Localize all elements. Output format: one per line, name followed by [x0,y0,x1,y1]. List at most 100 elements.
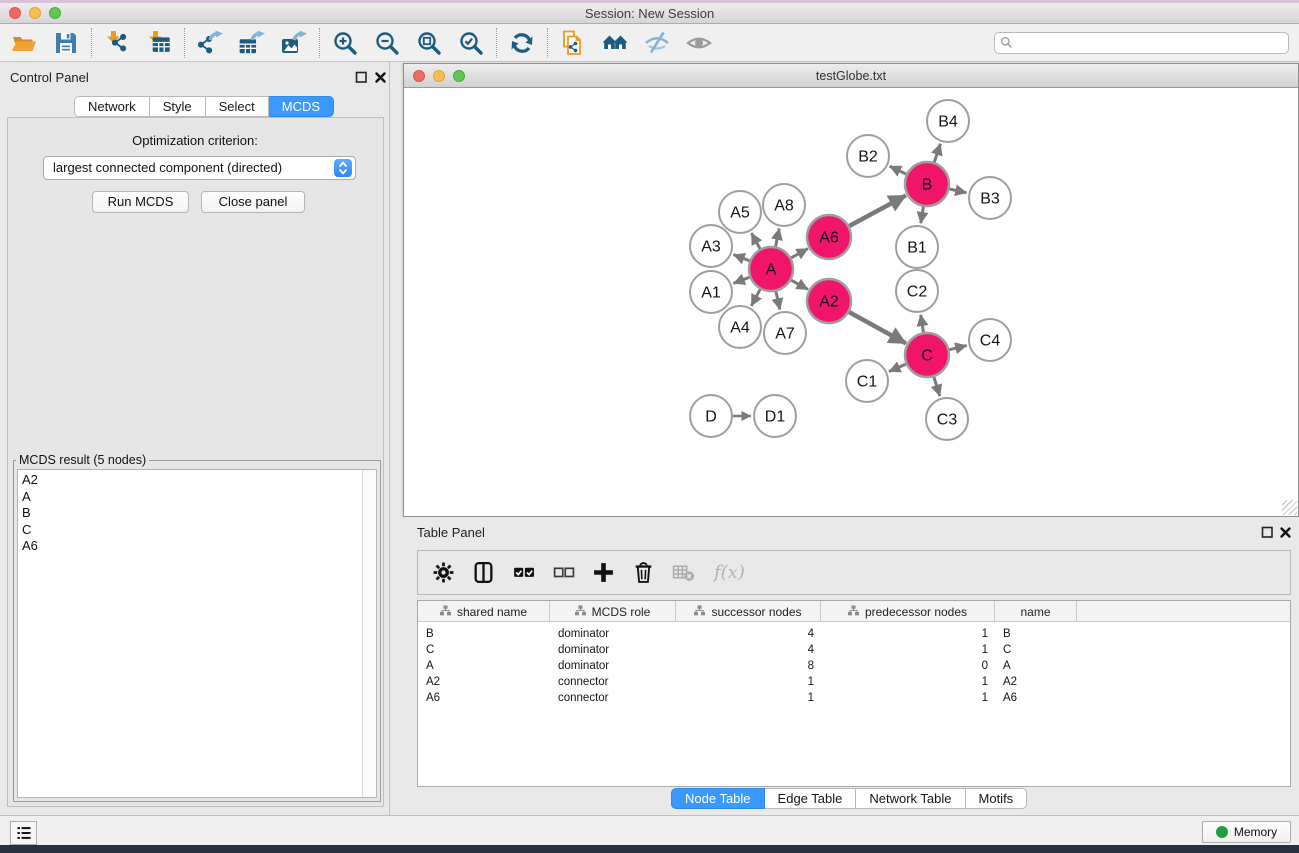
add-column-icon[interactable] [592,561,615,584]
graph-edge-B-B2[interactable] [890,166,907,174]
float-panel-icon[interactable] [355,71,368,84]
tab-motifs[interactable]: Motifs [966,788,1028,809]
graph-edge-A6-B[interactable] [848,195,906,226]
graph-node-B4[interactable]: B4 [927,100,969,142]
tab-mcds[interactable]: MCDS [269,96,334,117]
column-manager-icon[interactable] [472,561,495,584]
graph-edge-C-C1[interactable] [889,364,907,372]
node-table[interactable]: shared nameMCDS rolesuccessor nodesprede… [417,600,1291,787]
memory-button[interactable]: Memory [1202,821,1291,843]
column-header-predecessor-nodes[interactable]: predecessor nodes [821,601,995,622]
table-row[interactable]: Cdominator41C [418,642,1290,658]
network-canvas[interactable]: A A1 A2 A3 A4 A5 A6 A7 A8 B B1 B2 B3B4 C C1 C2 C3C4 D D1 [404,88,1298,516]
deselect-all-columns-icon[interactable] [552,561,575,584]
mcds-result-scrollbar[interactable] [362,470,376,797]
tab-network-table[interactable]: Network Table [856,788,965,809]
table-float-panel-icon[interactable] [1261,526,1274,539]
show-hidden-icon[interactable] [685,29,713,57]
mcds-result-item[interactable]: C [22,522,362,539]
graph-edge-C-C3[interactable] [934,376,940,396]
zoom-out-icon[interactable] [373,29,401,57]
export-image-icon[interactable] [280,29,308,57]
criterion-dropdown[interactable]: largest connected component (directed) [43,156,356,180]
table-row[interactable]: Bdominator41B [418,626,1290,642]
graph-node-A6[interactable]: A6 [807,215,851,259]
export-table-icon[interactable] [238,29,266,57]
home-view-icon[interactable] [601,29,629,57]
import-network-icon[interactable] [103,29,131,57]
import-table-icon[interactable] [145,29,173,57]
run-mcds-button[interactable]: Run MCDS [92,191,189,213]
graph-node-B1[interactable]: B1 [896,226,938,268]
graph-node-C3[interactable]: C3 [926,398,968,440]
graph-node-D[interactable]: D [690,395,732,437]
mcds-result-list[interactable]: A2ABCA6 [17,469,377,798]
table-row[interactable]: A6connector11A6 [418,690,1290,706]
settings-icon[interactable] [432,561,455,584]
graph-edge-A-A6[interactable] [790,249,808,259]
graph-edge-A-A4[interactable] [751,288,760,305]
column-header-shared-name[interactable]: shared name [418,601,550,622]
graph-edge-A-A3[interactable] [733,255,750,262]
close-panel-icon[interactable] [374,71,387,84]
tab-node-table[interactable]: Node Table [671,788,765,809]
zoom-fit-icon[interactable] [415,29,443,57]
column-header-successor-nodes[interactable]: successor nodes [676,601,821,622]
window-titlebar[interactable]: Session: New Session [0,3,1299,24]
select-all-columns-icon[interactable] [512,561,535,584]
graph-edge-A-A7[interactable] [776,290,780,309]
graph-node-A[interactable]: A [749,247,793,291]
delete-table-icon[interactable] [672,561,695,584]
graph-node-B3[interactable]: B3 [969,177,1011,219]
graph-node-A1[interactable]: A1 [690,271,732,313]
graph-node-A2[interactable]: A2 [807,279,851,323]
refresh-view-icon[interactable] [508,29,536,57]
graph-edge-C-C4[interactable] [948,346,966,350]
graph-edge-A-A1[interactable] [733,277,750,284]
search-input[interactable] [994,32,1289,54]
graph-edge-A2-C[interactable] [848,312,906,344]
mcds-result-item[interactable]: A2 [22,472,362,489]
graph-edge-A-A2[interactable] [790,280,808,290]
graph-node-B[interactable]: B [905,162,949,206]
task-history-button[interactable] [10,821,37,845]
graph-edge-A-A8[interactable] [775,229,779,248]
graph-node-C[interactable]: C [905,333,949,377]
network-documents-icon[interactable] [559,29,587,57]
zoom-selected-icon[interactable] [457,29,485,57]
table-close-panel-icon[interactable] [1279,526,1292,539]
table-row[interactable]: A2connector11A2 [418,674,1290,690]
export-network-icon[interactable] [196,29,224,57]
mcds-result-item[interactable]: B [22,505,362,522]
graph-node-B2[interactable]: B2 [847,135,889,177]
zoom-in-icon[interactable] [331,29,359,57]
network-window-titlebar[interactable]: testGlobe.txt [404,64,1298,88]
close-panel-button[interactable]: Close panel [201,191,305,213]
graph-node-C2[interactable]: C2 [896,270,938,312]
table-row[interactable]: Adominator80A [418,658,1290,674]
delete-column-icon[interactable] [632,561,655,584]
graph-edge-B-B1[interactable] [921,206,924,224]
graph-node-A4[interactable]: A4 [719,306,761,348]
hide-selected-icon[interactable] [643,29,671,57]
tab-edge-table[interactable]: Edge Table [765,788,857,809]
column-header-MCDS-role[interactable]: MCDS role [550,601,676,622]
column-header-name[interactable]: name [995,601,1077,622]
save-session-icon[interactable] [52,29,80,57]
graph-edge-A-A5[interactable] [751,233,760,250]
graph-node-C4[interactable]: C4 [969,319,1011,361]
graph-node-A8[interactable]: A8 [763,184,805,226]
mcds-result-item[interactable]: A [22,489,362,506]
graph-node-D1[interactable]: D1 [754,395,796,437]
graph-edge-B-B3[interactable] [948,189,966,193]
graph-node-A5[interactable]: A5 [719,191,761,233]
graph-node-A7[interactable]: A7 [764,312,806,354]
graph-edge-C-C2[interactable] [921,315,924,334]
graph-node-C1[interactable]: C1 [846,360,888,402]
tab-network[interactable]: Network [74,96,150,117]
mcds-result-item[interactable]: A6 [22,538,362,555]
graph-edge-B-B4[interactable] [934,144,940,163]
graph-node-A3[interactable]: A3 [690,225,732,267]
tab-select[interactable]: Select [206,96,269,117]
open-session-icon[interactable] [10,29,38,57]
